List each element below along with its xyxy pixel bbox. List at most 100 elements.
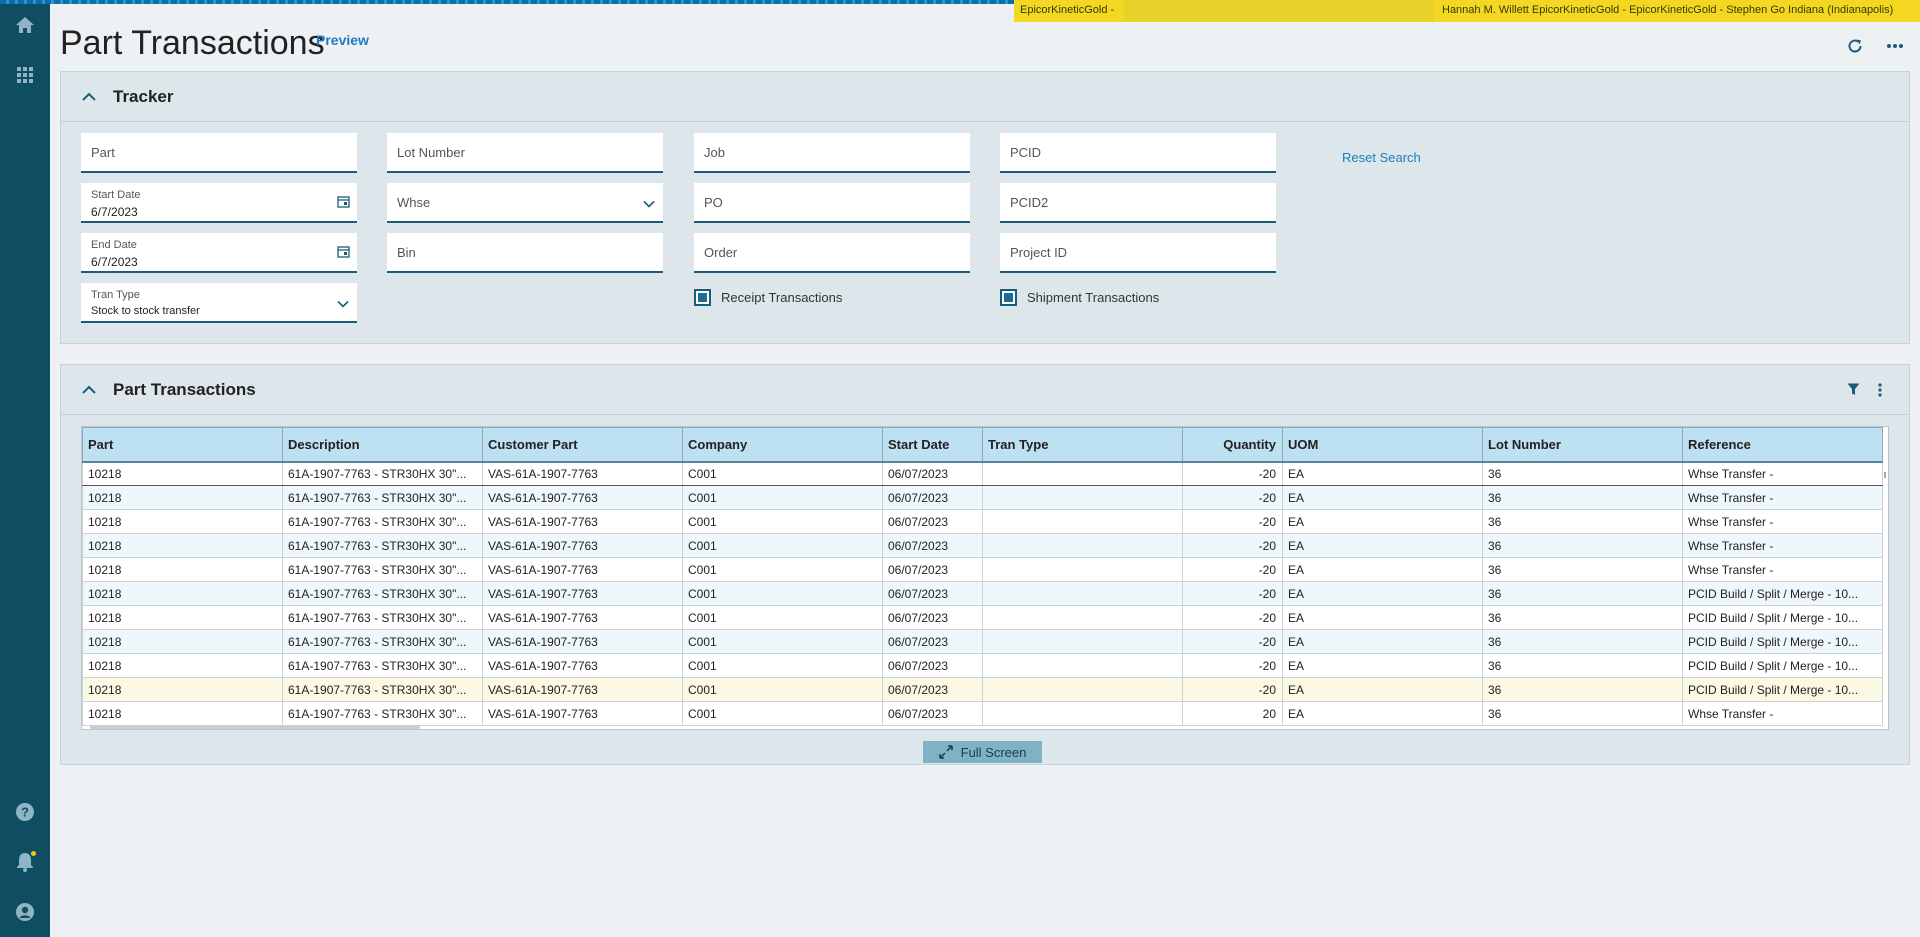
- table-cell: EA: [1282, 461, 1483, 486]
- apps-grid-icon[interactable]: [13, 63, 37, 87]
- table-cell: 06/07/2023: [882, 461, 983, 486]
- table-row[interactable]: 10218 61A-1907-7763 - STR30HX 30"... VAS-6…: [82, 581, 1883, 606]
- calendar-icon[interactable]: [337, 245, 351, 259]
- table-row[interactable]: 10218 61A-1907-7763 - STR30HX 30"... VAS-6…: [82, 509, 1883, 534]
- table-cell: 10218: [82, 629, 283, 654]
- more-options-icon[interactable]: [1883, 34, 1907, 58]
- job-field[interactable]: Job: [694, 133, 970, 173]
- whse-select[interactable]: Whse: [387, 183, 663, 223]
- filter-icon[interactable]: [1847, 383, 1860, 401]
- tracker-header[interactable]: Tracker: [61, 72, 1909, 122]
- table-cell: VAS-61A-1907-7763: [482, 485, 683, 510]
- table-cell: Whse Transfer -: [1682, 533, 1883, 558]
- start-date-value: 6/7/2023: [91, 205, 138, 219]
- table-cell: 10218: [82, 461, 283, 486]
- table-cell: 10218: [82, 533, 283, 558]
- table-cell: EA: [1282, 701, 1483, 726]
- end-date-field[interactable]: End Date 6/7/2023: [81, 233, 357, 273]
- table-row[interactable]: 10218 61A-1907-7763 - STR30HX 30"... VAS-6…: [82, 653, 1883, 678]
- part-transactions-header[interactable]: Part Transactions: [61, 365, 1909, 415]
- project-id-placeholder: Project ID: [1010, 245, 1068, 260]
- help-icon[interactable]: ?: [13, 800, 37, 824]
- table-cell: 36: [1482, 653, 1683, 678]
- column-header[interactable]: Tran Type: [982, 427, 1183, 463]
- transactions-table: Part Description Customer Part Company Start…: [82, 427, 1883, 726]
- table-cell: -20: [1182, 581, 1283, 606]
- collapse-chevron-icon[interactable]: [81, 382, 97, 398]
- table-row[interactable]: 10218 61A-1907-7763 - STR30HX 30"... VAS-6…: [82, 701, 1883, 726]
- column-header[interactable]: UOM: [1282, 427, 1483, 463]
- horizontal-scrollbar[interactable]: [90, 725, 420, 729]
- reset-search-link[interactable]: Reset Search: [1342, 150, 1421, 165]
- part-placeholder: Part: [91, 145, 115, 160]
- table-cell: 36: [1482, 533, 1683, 558]
- table-cell: 61A-1907-7763 - STR30HX 30"...: [282, 605, 483, 630]
- user-icon[interactable]: [13, 900, 37, 924]
- receipt-transactions-checkbox[interactable]: Receipt Transactions: [694, 289, 842, 306]
- table-cell: EA: [1282, 485, 1483, 510]
- table-cell: 61A-1907-7763 - STR30HX 30"...: [282, 629, 483, 654]
- start-date-field[interactable]: Start Date 6/7/2023: [81, 183, 357, 223]
- column-header[interactable]: Quantity: [1182, 427, 1283, 463]
- table-row[interactable]: 10218 61A-1907-7763 - STR30HX 30"... VAS-6…: [82, 533, 1883, 558]
- table-cell: [982, 605, 1183, 630]
- table-cell: Whse Transfer -: [1682, 557, 1883, 582]
- column-header[interactable]: Lot Number: [1482, 427, 1683, 463]
- table-cell: EA: [1282, 557, 1483, 582]
- calendar-icon[interactable]: [337, 195, 351, 209]
- bell-icon[interactable]: [13, 850, 37, 874]
- vertical-scrollbar[interactable]: [1884, 472, 1886, 478]
- table-row[interactable]: 10218 61A-1907-7763 - STR30HX 30"... VAS-6…: [82, 605, 1883, 630]
- column-header[interactable]: Reference: [1682, 427, 1883, 463]
- table-cell: 36: [1482, 701, 1683, 726]
- part-field[interactable]: Part: [81, 133, 357, 173]
- refresh-icon[interactable]: [1843, 34, 1867, 58]
- tran-type-select[interactable]: Tran Type Stock to stock transfer: [81, 283, 357, 323]
- order-placeholder: Order: [704, 245, 738, 260]
- table-cell: 10218: [82, 509, 283, 534]
- column-header[interactable]: Description: [282, 427, 483, 463]
- table-cell: C001: [682, 677, 883, 702]
- column-header[interactable]: Part: [82, 427, 283, 463]
- grid-more-options-icon[interactable]: [1878, 383, 1882, 402]
- pcid2-placeholder: PCID2: [1010, 195, 1049, 210]
- pcid-field[interactable]: PCID: [1000, 133, 1276, 173]
- table-cell: EA: [1282, 605, 1483, 630]
- full-screen-button[interactable]: Full Screen: [923, 741, 1042, 763]
- receipt-transactions-label: Receipt Transactions: [721, 290, 843, 305]
- table-row[interactable]: 10218 61A-1907-7763 - STR30HX 30"... VAS-6…: [82, 629, 1883, 654]
- table-cell: 36: [1482, 629, 1683, 654]
- po-field[interactable]: PO: [694, 183, 970, 223]
- table-cell: [982, 653, 1183, 678]
- lot-number-field[interactable]: Lot Number: [387, 133, 663, 173]
- environment-banner: EpicorKineticGold -: [1014, 0, 1124, 22]
- table-row[interactable]: 10218 61A-1907-7763 - STR30HX 30"... VAS-6…: [82, 461, 1883, 486]
- pcid2-field[interactable]: PCID2: [1000, 183, 1276, 223]
- table-cell: [982, 581, 1183, 606]
- notification-dot: [31, 851, 36, 856]
- svg-text:?: ?: [21, 805, 29, 820]
- collapse-chevron-icon[interactable]: [81, 89, 97, 105]
- checkbox-box[interactable]: [1000, 289, 1017, 306]
- table-row[interactable]: 10218 61A-1907-7763 - STR30HX 30"... VAS-6…: [82, 677, 1883, 702]
- chevron-down-icon: [643, 195, 657, 209]
- preview-link[interactable]: Preview: [316, 32, 369, 48]
- checkbox-box[interactable]: [694, 289, 711, 306]
- table-cell: 61A-1907-7763 - STR30HX 30"...: [282, 677, 483, 702]
- table-cell: -20: [1182, 557, 1283, 582]
- shipment-transactions-checkbox[interactable]: Shipment Transactions: [1000, 289, 1159, 306]
- column-header[interactable]: Start Date: [882, 427, 983, 463]
- table-row[interactable]: 10218 61A-1907-7763 - STR30HX 30"... VAS-6…: [82, 557, 1883, 582]
- project-id-field[interactable]: Project ID: [1000, 233, 1276, 273]
- order-field[interactable]: Order: [694, 233, 970, 273]
- table-cell: [982, 533, 1183, 558]
- table-row[interactable]: 10218 61A-1907-7763 - STR30HX 30"... VAS-6…: [82, 485, 1883, 510]
- full-screen-label: Full Screen: [960, 744, 1027, 760]
- home-icon[interactable]: [13, 13, 37, 37]
- table-cell: [982, 629, 1183, 654]
- column-header[interactable]: Company: [682, 427, 883, 463]
- bin-field[interactable]: Bin: [387, 233, 663, 273]
- column-header[interactable]: Customer Part: [482, 427, 683, 463]
- table-cell: EA: [1282, 509, 1483, 534]
- table-cell: 61A-1907-7763 - STR30HX 30"...: [282, 533, 483, 558]
